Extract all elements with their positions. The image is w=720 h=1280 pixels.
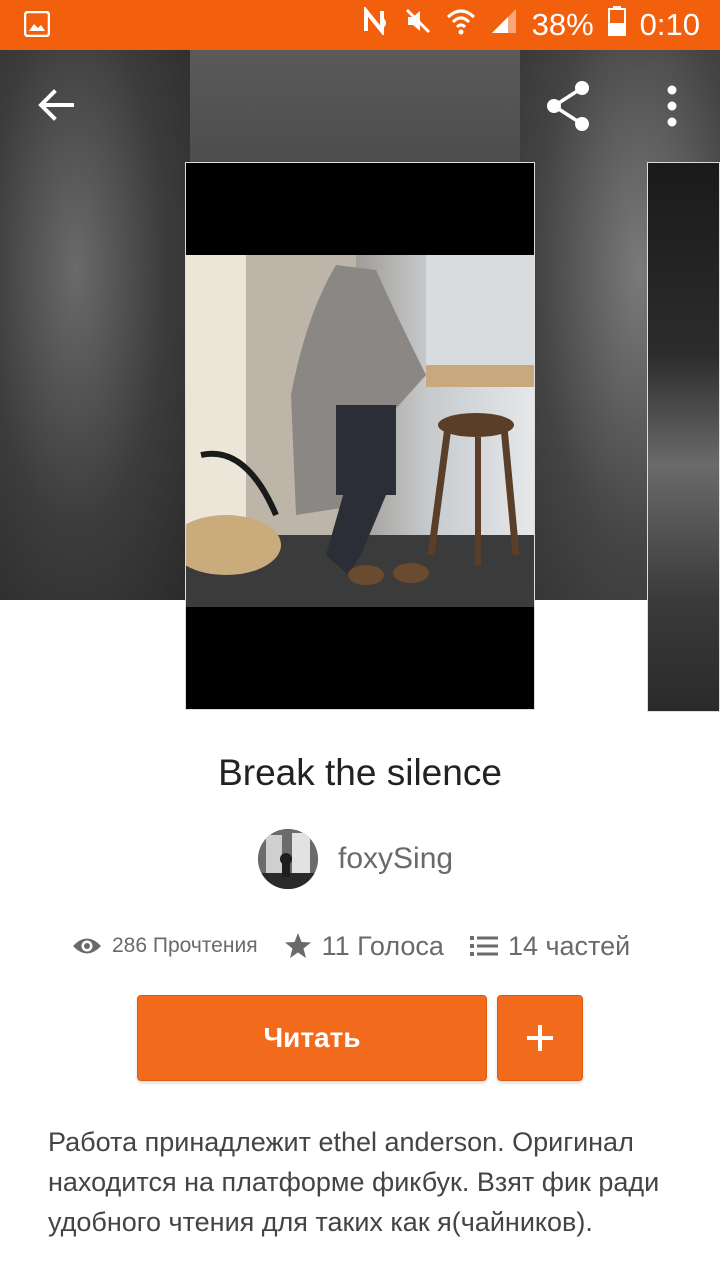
backdrop-blur-left	[0, 50, 190, 600]
gallery-icon	[23, 10, 51, 42]
author-name: foxySing	[338, 842, 454, 875]
author-link[interactable]: foxySing	[258, 828, 453, 890]
story-description: Работа принадлежит ethel anderson. Ориги…	[48, 1127, 660, 1237]
battery-icon	[607, 6, 626, 44]
signal-icon	[490, 7, 518, 43]
votes-count: 11 Голоса	[321, 930, 444, 961]
mute-icon	[404, 7, 432, 43]
nfc-icon	[362, 5, 390, 43]
votes-stat: 11 Голоса	[284, 931, 444, 962]
cover-photo	[186, 255, 534, 607]
back-button[interactable]	[30, 80, 80, 130]
add-to-library-button[interactable]: +	[497, 995, 583, 1081]
parts-count: 14 частей	[507, 930, 631, 961]
status-bar: 38% 0:10	[0, 0, 720, 50]
battery-percent: 38%	[531, 7, 594, 42]
share-icon	[547, 81, 589, 131]
wifi-icon	[446, 7, 476, 43]
arrow-back-icon	[38, 89, 74, 121]
avatar	[258, 829, 318, 889]
clock: 0:10	[639, 7, 700, 42]
eye-icon	[73, 938, 101, 954]
book-cover[interactable]	[185, 162, 535, 710]
share-button[interactable]	[540, 78, 596, 134]
read-button[interactable]: Читать	[137, 995, 487, 1081]
story-title: Break the silence	[218, 752, 502, 793]
list-icon	[469, 936, 498, 956]
star-icon	[284, 933, 311, 958]
next-book-cover[interactable]	[647, 162, 720, 712]
parts-stat: 14 частей	[469, 930, 631, 962]
reads-stat: 286 Прочтения	[72, 934, 258, 958]
more-vert-icon	[667, 85, 677, 127]
story-stats: 286 Прочтения 11 Голоса 14 частей	[72, 924, 630, 968]
plus-icon	[527, 1025, 553, 1051]
more-options-button[interactable]	[652, 80, 692, 132]
reads-count: 286 Прочтения	[112, 934, 258, 957]
